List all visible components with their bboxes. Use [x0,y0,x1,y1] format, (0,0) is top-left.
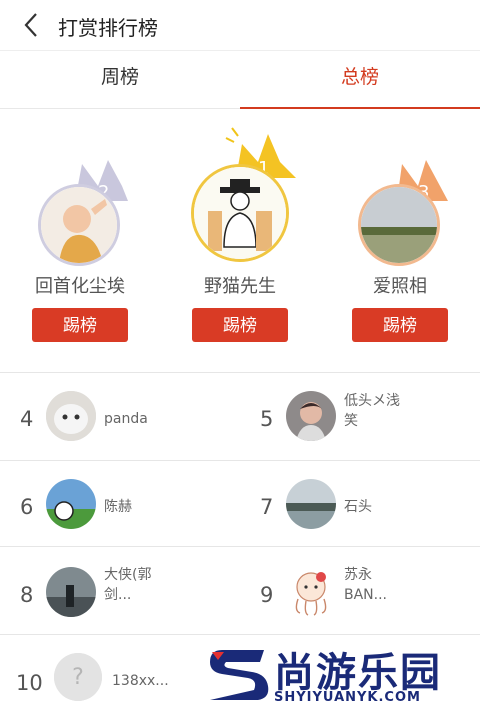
watermark-logo-icon [210,650,269,700]
avatar-image [46,391,96,441]
tab-bar: 周榜 总榜 [0,50,480,109]
avatar-image [286,391,336,441]
avatar[interactable] [358,184,440,266]
list-item[interactable]: 5 低头メ浅 笑 [240,373,480,461]
user-name: 138xx... [112,673,169,689]
podium-rank-1: 1 野猫先生 踢榜 [160,110,320,370]
watermark-url: SHYIYUANYK.COM [274,690,421,705]
kick-button[interactable]: 踢榜 [352,308,448,342]
avatar-image [286,479,336,529]
avatar-image [46,567,96,617]
avatar [286,567,336,617]
avatar: ? [54,653,102,701]
back-arrow-icon[interactable] [18,10,48,40]
user-name: 陈赫 [104,499,132,515]
user-name: 低头メ浅 笑 [344,393,400,429]
svg-text:?: ? [72,665,84,690]
tab-total[interactable]: 总榜 [240,50,480,109]
list-item[interactable]: 8 大侠(郭 剑... [0,547,240,635]
podium-rank-3: 3 爱照相 踢榜 [320,110,480,370]
list-item[interactable]: 9 苏永 BAN... [240,547,480,635]
avatar-image [194,167,286,259]
podium-name: 野猫先生 [204,276,276,297]
user-name: 大侠(郭 剑... [104,567,152,603]
avatar [286,479,336,529]
kick-button[interactable]: 踢榜 [32,308,128,342]
rank-number: 9 [260,583,274,607]
watermark: 尚游乐园 SHYIYUANYK.COM [200,638,480,712]
table-row: 8 大侠(郭 剑... 9 苏永 BAN... [0,546,480,635]
podium-name: 回首化尘埃 [35,276,125,297]
avatar[interactable] [38,184,120,266]
avatar [46,391,96,441]
rank-number: 5 [260,407,274,431]
table-row: 6 陈赫 7 石头 [0,460,480,547]
avatar-image [41,187,117,263]
rank-number: 7 [260,495,274,519]
avatar-image [361,187,437,263]
podium-rank-2: 2 回首化尘埃 踢榜 [0,110,160,370]
list-item[interactable]: 6 陈赫 [0,461,240,547]
avatar [46,479,96,529]
podium: 2 回首化尘埃 踢榜 1 [0,110,480,370]
user-name: 苏永 BAN... [344,567,388,603]
placeholder-avatar-icon: ? [54,653,102,701]
tab-weekly[interactable]: 周榜 [0,50,240,108]
avatar [46,567,96,617]
kick-button[interactable]: 踢榜 [192,308,288,342]
avatar [286,391,336,441]
avatar[interactable] [191,164,289,262]
avatar-image [46,479,96,529]
page-title: 打赏排行榜 [58,16,158,40]
user-name: panda [104,411,148,427]
rank-number: 10 [16,671,43,695]
table-row: 4 panda 5 低头メ浅 笑 [0,372,480,461]
avatar-image [286,567,336,617]
app-header: 打赏排行榜 [0,0,480,51]
podium-name: 爱照相 [373,276,427,297]
user-name: 石头 [344,499,372,515]
list-item[interactable]: 4 panda [0,373,240,461]
rank-number: 6 [20,495,34,519]
rank-number: 8 [20,583,34,607]
list-item[interactable]: 7 石头 [240,461,480,547]
rank-number: 4 [20,407,34,431]
